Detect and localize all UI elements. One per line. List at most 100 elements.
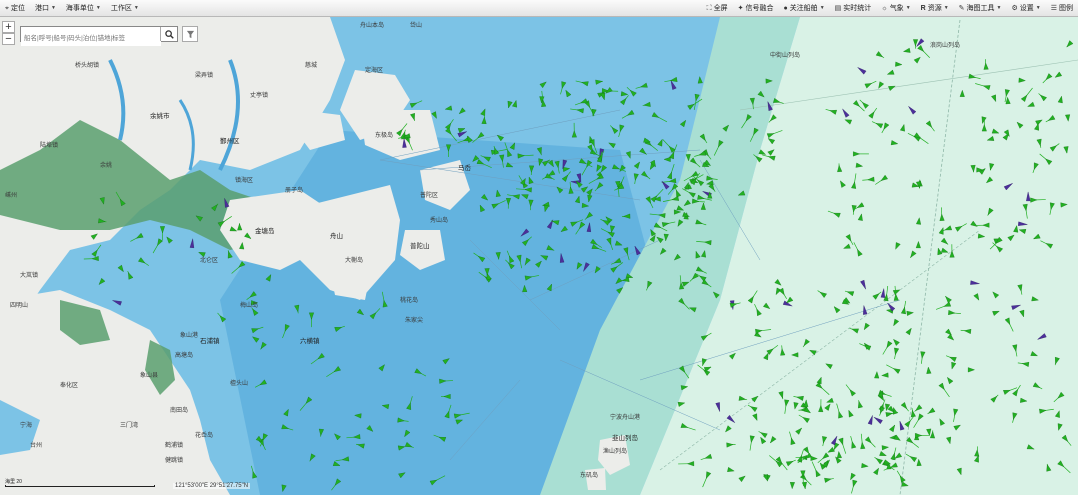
place-label: 渔山列岛	[603, 449, 628, 455]
toolbar-resources[interactable]: R 资源 ▼	[916, 3, 954, 13]
place-label: 北仑区	[200, 258, 219, 264]
pin-icon: ⌖	[5, 4, 9, 12]
place-label: 三门湾	[120, 423, 139, 429]
place-label: 慈城	[305, 63, 318, 69]
zoom-in-button[interactable]: +	[2, 21, 15, 33]
weather-icon: ☼	[881, 4, 888, 12]
place-label: 韭山列岛	[612, 435, 638, 442]
place-label: 台州	[30, 443, 43, 449]
cursor-coordinates: 121°53'00"E 29°51'27.75"N	[173, 483, 251, 489]
toolbar-legend-label: 图例	[1059, 5, 1073, 12]
toolbar-weather-label: 气象	[889, 5, 904, 12]
place-label: 鹤浦镇	[165, 443, 184, 449]
place-label: 陆埠镇	[40, 143, 59, 149]
place-label: 中街山列岛	[770, 53, 801, 59]
toolbar-resources-label: 资源	[927, 5, 942, 12]
toolbar-realtime-stats[interactable]: ▤ 实时统计	[830, 3, 877, 13]
place-label: 南田岛	[170, 408, 189, 414]
place-label: 马岙	[458, 165, 471, 172]
place-label: 高塘岛	[175, 353, 194, 359]
legend-icon: ☰	[1050, 4, 1057, 12]
chevron-down-icon: ▼	[1035, 5, 1041, 11]
chevron-down-icon: ▼	[905, 5, 911, 11]
zoom-out-button[interactable]: −	[2, 33, 15, 45]
place-label: 朱家尖	[405, 318, 424, 324]
toolbar-watch-ships[interactable]: ● 关注船舶 ▼	[778, 3, 829, 13]
place-label: 石浦镇	[200, 338, 220, 345]
scale-bar: 海里 20	[5, 478, 155, 487]
toolbar-fullscreen[interactable]: ⛶ 全屏	[702, 3, 733, 13]
place-label: 浪岗山列岛	[930, 43, 961, 49]
place-label: 舟山	[330, 233, 343, 240]
chevron-down-icon: ▼	[943, 5, 949, 11]
place-label: 六横镇	[300, 338, 320, 345]
place-label: 梁弄镇	[195, 73, 214, 79]
chevron-down-icon: ▼	[819, 5, 825, 11]
toolbar-fullscreen-label: 全屏	[713, 5, 728, 12]
toolbar-locate-label: 定位	[10, 5, 25, 12]
toolbar-weather[interactable]: ☼ 气象 ▼	[876, 3, 915, 13]
place-label: 四明山	[10, 303, 29, 309]
toolbar-locate[interactable]: ⌖ 定位	[0, 3, 30, 13]
tools-icon: ✎	[958, 4, 965, 12]
resource-icon: R	[920, 4, 926, 12]
scale-line	[5, 485, 155, 487]
chevron-down-icon: ▼	[95, 5, 101, 11]
filter-button[interactable]	[182, 26, 198, 42]
toolbar-port-label: 港口	[34, 5, 49, 12]
toolbar-maritime-menu[interactable]: 海事单位 ▼	[61, 3, 106, 13]
gear-icon: ⚙	[1011, 4, 1018, 12]
toolbar-signal-label: 信号融合	[745, 5, 774, 12]
place-label: 东极岛	[375, 133, 394, 139]
place-label: 大岚镇	[20, 273, 39, 279]
place-label: 普陀山	[410, 243, 430, 250]
search-box	[20, 26, 178, 46]
toolbar-port-menu[interactable]: 港口 ▼	[30, 3, 61, 13]
zoom-control: + −	[2, 21, 15, 45]
place-label: 金塘岛	[255, 228, 275, 235]
search-button[interactable]	[160, 27, 177, 41]
top-toolbar: ⌖ 定位 港口 ▼ 海事单位 ▼ 工作区 ▼ ⛶ 全屏 ✦ 信号融合 ● 关注船…	[0, 0, 1078, 17]
toolbar-watch-label: 关注船舶	[789, 5, 818, 12]
search-input[interactable]	[21, 31, 161, 46]
place-label: 花岙岛	[195, 433, 214, 439]
place-label: 定海区	[365, 68, 384, 74]
place-label: 奉化区	[60, 383, 79, 389]
place-label: 健跳镇	[165, 458, 184, 464]
toolbar-workspace-label: 工作区	[110, 5, 132, 12]
signal-icon: ✦	[737, 4, 744, 12]
sea-chart-map[interactable]	[0, 0, 1078, 495]
place-label: 宁波舟山港	[610, 415, 641, 421]
place-label: 桥头胡镇	[75, 63, 100, 69]
fullscreen-icon: ⛶	[706, 4, 712, 12]
place-label: 普陀区	[420, 193, 439, 199]
place-label: 余姚市	[150, 113, 170, 120]
filter-icon	[186, 30, 194, 38]
toolbar-legend[interactable]: ☰ 图例	[1046, 3, 1078, 13]
place-label: 鄞州区	[220, 138, 240, 145]
place-label: 余姚	[100, 163, 113, 169]
place-label: 大榭岛	[345, 258, 364, 264]
place-label: 册子岛	[285, 188, 304, 194]
place-label: 嵊州	[5, 193, 18, 199]
toolbar-workspace-menu[interactable]: 工作区 ▼	[106, 3, 144, 13]
place-label: 檀头山	[230, 381, 249, 387]
place-label: 岱山	[410, 23, 423, 29]
place-label: 镇海区	[235, 178, 254, 184]
toolbar-stats-label: 实时统计	[843, 5, 872, 12]
place-label: 丈亭镇	[250, 93, 269, 99]
toolbar-signal-fusion[interactable]: ✦ 信号融合	[733, 3, 779, 13]
place-label: 舟山本岛	[360, 23, 385, 29]
place-label: 梅山岛	[240, 303, 259, 309]
toolbar-chart-tools[interactable]: ✎ 海图工具 ▼	[954, 3, 1007, 13]
toolbar-settings-label: 设置	[1019, 5, 1034, 12]
place-label: 桃花岛	[400, 298, 419, 304]
chevron-down-icon: ▼	[996, 5, 1002, 11]
toolbar-maritime-label: 海事单位	[65, 5, 94, 12]
place-label: 东矶岛	[580, 473, 599, 479]
chevron-down-icon: ▼	[50, 5, 56, 11]
eye-icon: ●	[783, 4, 788, 12]
chevron-down-icon: ▼	[133, 5, 139, 11]
stats-icon: ▤	[834, 4, 842, 12]
toolbar-settings[interactable]: ⚙ 设置 ▼	[1006, 3, 1045, 13]
